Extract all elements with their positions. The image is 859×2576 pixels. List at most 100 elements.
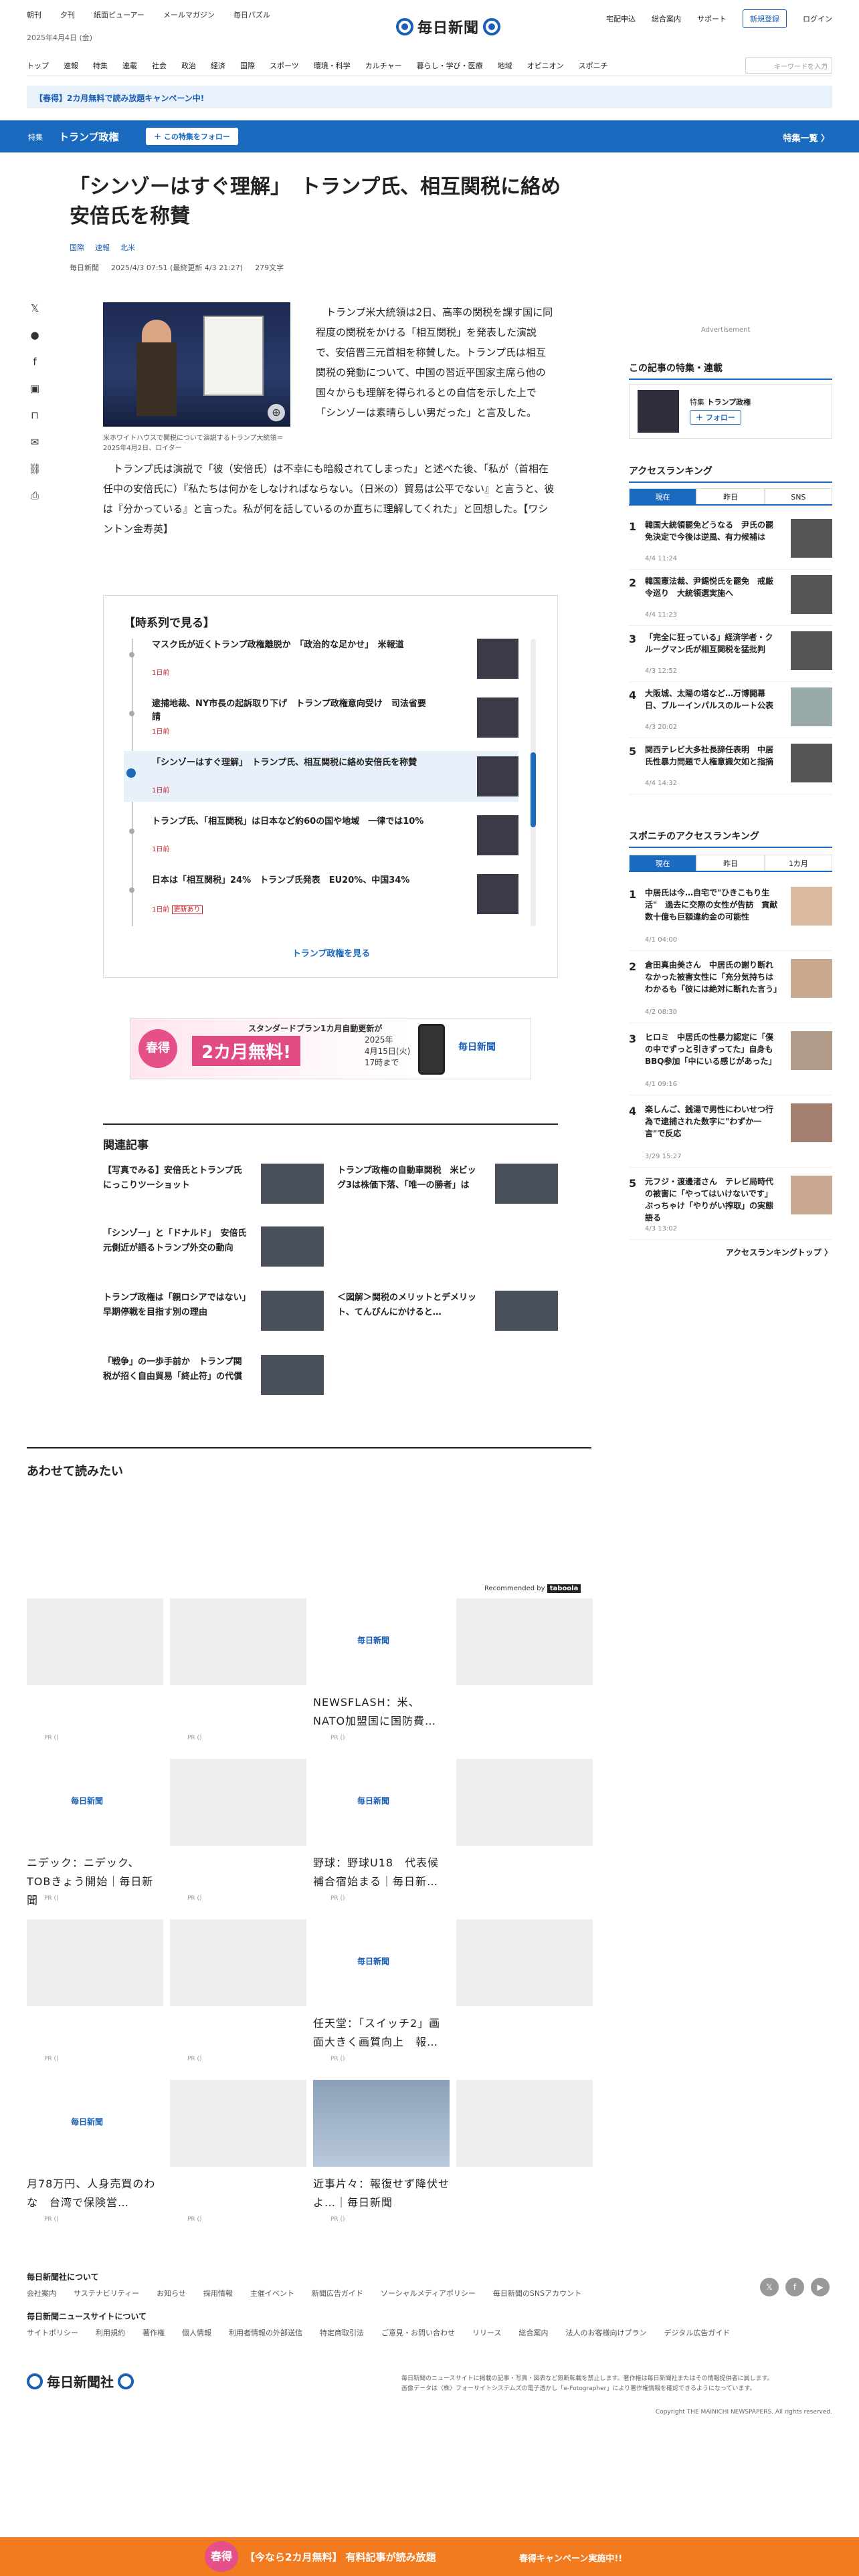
follow-button[interactable]: ＋ フォロー — [690, 410, 741, 425]
nav-sports[interactable]: スポーツ — [270, 60, 299, 71]
recommended-card[interactable]: PR () — [170, 2080, 306, 2232]
nav-sponichi[interactable]: スポニチ — [579, 60, 608, 71]
print-icon[interactable]: ⎙ — [27, 490, 43, 516]
sponichi-item[interactable]: 1 中居氏は今…自宅で"ひきこもり生活" 過去に交際の女性が告訪 貢献数十億も巨額… — [629, 884, 832, 951]
footer-link[interactable]: リリース — [472, 2327, 501, 2338]
related-item[interactable]: ＜図解＞関税のメリットとデメリット、てんびんにかけると… — [337, 1291, 558, 1339]
login-button[interactable]: ログイン — [803, 13, 832, 24]
zoom-icon[interactable]: ⊕ — [268, 404, 285, 421]
hatena-share-icon[interactable]: ● — [27, 329, 43, 356]
recommended-card[interactable]: PR () — [170, 1759, 306, 1911]
footer-link[interactable]: 特定商取引法 — [320, 2327, 364, 2338]
related-item[interactable]: 【写真でみる】安倍氏とトランプ氏 にっこりツーショット — [103, 1164, 324, 1212]
recommended-card[interactable]: 毎日新聞 NEWSFLASH：米、NATO加盟国に国防費… PR () — [313, 1598, 450, 1751]
ranking-item[interactable]: 3 「完全に狂っている」経済学者・クルーグマン氏が相互関税を猛批判 4/3 12:5… — [629, 629, 832, 682]
footer-logo[interactable]: 毎日新聞社 — [27, 2371, 134, 2391]
article-photo[interactable]: ⊕ — [103, 302, 290, 427]
timeline-item[interactable]: 日本は「相互関税」24% トランプ氏発表 EU20%、中国34% 1日前 更新あり — [124, 869, 518, 920]
recommended-card[interactable]: PR () — [27, 1919, 163, 2072]
link-morning[interactable]: 朝刊 — [27, 9, 41, 20]
timeline-item[interactable]: 逮捕地裁、NY市長の起訴取り下げ トランプ政権意向受け 司法省要請 1日前 — [124, 692, 518, 743]
ranking-item[interactable]: 1 韓国大統領罷免どうなる 尹氏の罷免決定で今後は逆風、有力候補は 4/4 11:2… — [629, 516, 832, 570]
link-delivery[interactable]: 宅配申込 — [606, 13, 636, 24]
x-share-icon[interactable]: 𝕏 — [27, 302, 43, 329]
category-tag[interactable]: 速報 — [95, 242, 110, 253]
timeline-item[interactable]: マスク氏が近くトランプ政権離脱か 「政治的な足かせ」 米報道 1日前 — [124, 633, 518, 684]
ranking-item[interactable]: 5 関西テレビ大多社長辞任表明 中居氏性暴力問題で人権意識欠如と指摘 4/4 14:… — [629, 741, 832, 794]
footer-link[interactable]: 利用規約 — [96, 2327, 125, 2338]
related-item[interactable]: トランプ政権は「親ロシアではない」 早期停戦を目指す別の理由 — [103, 1291, 324, 1339]
nav-culture[interactable]: カルチャー — [365, 60, 402, 71]
nav-region[interactable]: 地域 — [498, 60, 512, 71]
x-icon[interactable]: 𝕏 — [760, 2278, 779, 2296]
footer-link[interactable]: 個人情報 — [182, 2327, 211, 2338]
facebook-icon[interactable]: f — [785, 2278, 804, 2296]
nav-science[interactable]: 環境・科学 — [314, 60, 351, 71]
footer-link[interactable]: 法人のお客様向けプラン — [565, 2327, 646, 2338]
sponichi-item[interactable]: 3 ヒロミ 中居氏の性暴力認定に「僕の中でずっと引きずってた」自身もBBQ参加「中… — [629, 1029, 832, 1095]
facebook-share-icon[interactable]: f — [27, 356, 43, 383]
footer-link[interactable]: ソーシャルメディアポリシー — [381, 2288, 476, 2298]
related-item[interactable]: 「戦争」の一歩手前か トランプ関税が招く自由貿易「終止符」の代償 — [103, 1355, 324, 1403]
sponichi-item[interactable]: 4 楽しんご、銭湯で男性にわいせつ行為で逮捕された数字に"わずか一言"で反応 3/2… — [629, 1101, 832, 1168]
tab-month[interactable]: 1カ月 — [764, 855, 832, 871]
recommended-card[interactable] — [456, 1919, 593, 2072]
recommended-card[interactable]: 毎日新聞 野球：野球U18 代表候補合宿始まる｜毎日新… PR () — [313, 1759, 450, 1911]
campaign-ad-banner[interactable]: 春得 スタンダードプラン1カ月自動更新が 2カ月無料! 2025年 4月15日(… — [130, 1018, 531, 1079]
follow-feature-button[interactable]: ＋ この特集をフォロー — [146, 128, 238, 145]
footer-link[interactable]: サステナビリティー — [74, 2288, 139, 2298]
related-item[interactable]: 「シンゾー」と「ドナルド」 安倍氏元側近が語るトランプ外交の動向 — [103, 1226, 324, 1275]
site-logo[interactable]: 毎日新聞 — [396, 16, 501, 37]
recommended-card[interactable]: 毎日新聞 任天堂：「スイッチ2」画面大きく画質向上 報… PR () — [313, 1919, 450, 2072]
timeline-item-current[interactable]: 「シンゾーはすぐ理解」 トランプ氏、相互関税に絡め安倍氏を称賛 1日前 — [124, 751, 518, 802]
footer-link[interactable]: デジタル広告ガイド — [664, 2327, 730, 2338]
footer-link[interactable]: 総合案内 — [518, 2327, 548, 2338]
bookmark-icon[interactable]: ⊓ — [27, 409, 43, 436]
recommended-card[interactable] — [456, 1759, 593, 1911]
timeline-scrollbar[interactable] — [531, 639, 536, 926]
footer-link[interactable]: サイトポリシー — [27, 2327, 78, 2338]
mail-icon[interactable]: ✉ — [27, 436, 43, 463]
feature-list-link[interactable]: 特集一覧 〉 — [783, 131, 830, 144]
note-share-icon[interactable]: ▣ — [27, 383, 43, 409]
timeline-more-link[interactable]: トランプ政権を見る — [104, 946, 559, 959]
nav-series[interactable]: 連載 — [122, 60, 137, 71]
sidebar-feature-card[interactable]: 特集 トランプ政権 ＋ フォロー — [629, 384, 832, 439]
recommended-card[interactable]: 毎日新聞 月78万円、人身売買のわな 台湾で保険営… PR () — [27, 2080, 163, 2232]
nav-world[interactable]: 国際 — [240, 60, 255, 71]
category-tag[interactable]: 国際 — [70, 242, 84, 253]
nav-breaking[interactable]: 速報 — [64, 60, 78, 71]
footer-link[interactable]: ご意見・お問い合わせ — [381, 2327, 455, 2338]
campaign-banner[interactable]: 【春得】2カ月無料で読み放題キャンペーン中! — [27, 86, 832, 108]
recommended-card[interactable] — [456, 1598, 593, 1751]
nav-economy[interactable]: 経済 — [211, 60, 225, 71]
link-evening[interactable]: 夕刊 — [60, 9, 75, 20]
youtube-icon[interactable]: ▶ — [811, 2278, 830, 2296]
related-item[interactable]: トランプ政権の自動車関税 米ビッグ3は株価下落、「唯一の勝者」は — [337, 1164, 558, 1212]
nav-life[interactable]: 暮らし・学び・医療 — [417, 60, 483, 71]
nav-society[interactable]: 社会 — [152, 60, 167, 71]
recommended-card[interactable]: PR () — [27, 1598, 163, 1751]
category-tag[interactable]: 北米 — [120, 242, 135, 253]
sponichi-item[interactable]: 5 元フジ・渡邊渚さん テレビ局時代の被害に「やってはいけないです」ぶっちゃけ「や… — [629, 1173, 832, 1240]
footer-link[interactable]: 利用者情報の外部送信 — [229, 2327, 302, 2338]
recommended-card[interactable]: 毎日新聞 ニデック：ニデック、TOBきょう開始｜毎日新聞 PR () — [27, 1759, 163, 1911]
sponichi-item[interactable]: 2 倉田真由美さん 中居氏の謝り断れなかった被害女性に「充分気持ちはわかるも「彼に… — [629, 956, 832, 1023]
link-mail[interactable]: メールマガジン — [163, 9, 215, 20]
recommended-card[interactable]: PR () — [170, 1598, 306, 1751]
tab-yesterday[interactable]: 昨日 — [696, 488, 765, 504]
link-puzzle[interactable]: 毎日パズル — [233, 9, 270, 20]
nav-top[interactable]: トップ — [27, 60, 49, 71]
footer-link[interactable]: 著作権 — [142, 2327, 165, 2338]
search-icon[interactable]: ⌕ — [824, 61, 828, 68]
tab-now[interactable]: 現在 — [629, 488, 697, 504]
recommended-card[interactable] — [456, 2080, 593, 2232]
tab-yesterday[interactable]: 昨日 — [696, 855, 765, 871]
nav-feature[interactable]: 特集 — [93, 60, 108, 71]
footer-link[interactable]: お知らせ — [157, 2288, 186, 2298]
recommended-card[interactable]: PR () — [170, 1919, 306, 2072]
footer-link[interactable]: 毎日新聞のSNSアカウント — [493, 2288, 581, 2298]
link-viewer[interactable]: 紙面ビューアー — [94, 9, 145, 20]
recommended-card[interactable]: 近事片々：報復せず降伏せよ…｜毎日新聞 PR () — [313, 2080, 450, 2232]
timeline-item[interactable]: トランプ氏、「相互関税」は日本など約60の国や地域 一律では10% 1日前 — [124, 810, 518, 861]
